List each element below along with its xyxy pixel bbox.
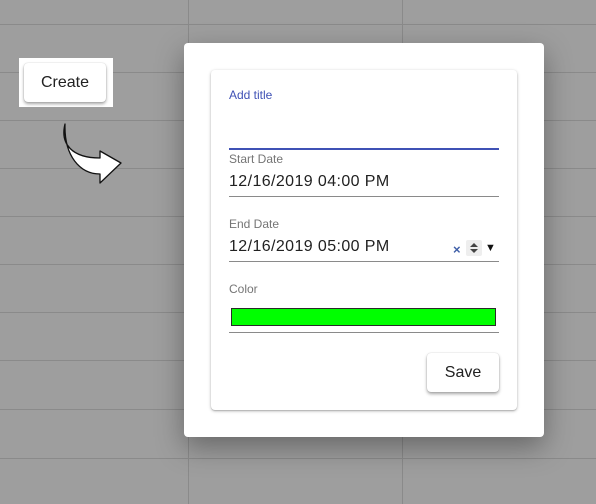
title-input[interactable] <box>229 126 499 148</box>
color-underline <box>229 332 499 333</box>
clear-icon[interactable]: × <box>453 242 461 257</box>
color-field: Color <box>229 282 499 334</box>
start-date-value[interactable]: 12/16/2019 04:00 PM <box>229 173 390 191</box>
start-date-underline <box>229 196 499 197</box>
grid-line <box>0 458 596 459</box>
create-button[interactable]: Create <box>24 63 106 102</box>
dropdown-icon[interactable]: ▼ <box>485 242 496 254</box>
title-underline <box>229 148 499 150</box>
save-button[interactable]: Save <box>427 353 499 392</box>
color-label: Color <box>229 282 258 296</box>
create-button-highlight: Create <box>19 58 113 107</box>
end-date-field[interactable]: End Date 12/16/2019 05:00 PM × ▼ <box>229 217 499 263</box>
grid-line <box>0 24 596 25</box>
title-field: Add title <box>229 88 499 150</box>
start-date-label: Start Date <box>229 152 284 166</box>
title-label: Add title <box>229 88 273 102</box>
start-date-field[interactable]: Start Date 12/16/2019 04:00 PM <box>229 152 499 198</box>
end-date-label: End Date <box>229 217 280 231</box>
event-form-card: Add title Start Date 12/16/2019 04:00 PM… <box>211 70 517 410</box>
color-picker[interactable] <box>231 308 496 326</box>
end-date-underline <box>229 261 499 262</box>
spinner-icon[interactable] <box>466 240 482 256</box>
curved-arrow-icon <box>63 123 122 184</box>
end-date-value[interactable]: 12/16/2019 05:00 PM <box>229 238 390 256</box>
event-dialog: Add title Start Date 12/16/2019 04:00 PM… <box>184 43 544 437</box>
